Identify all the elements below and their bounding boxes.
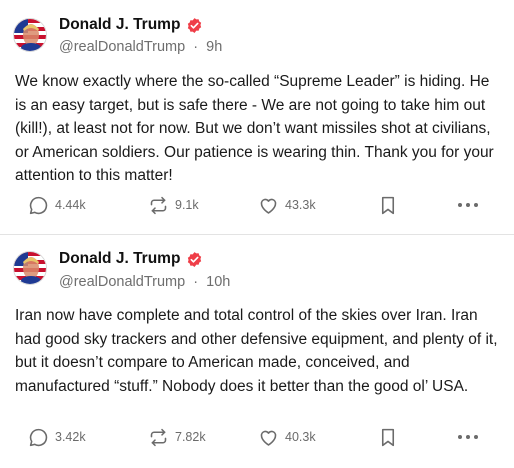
author-handle[interactable]: @realDonaldTrump [59,274,185,290]
post-actions: 3.42k 7.82k 40.3k [0,422,514,452]
reply-button[interactable]: 3.42k [28,422,86,452]
retruth-button[interactable]: 7.82k [148,422,206,452]
heart-icon [258,427,279,448]
reply-icon [28,427,49,448]
post-text: Iran now have complete and total control… [15,307,498,395]
author-display-name[interactable]: Donald J. Trump [59,250,180,268]
bookmark-icon [379,427,397,448]
author-handle-row: @realDonaldTrump · 10h [59,274,230,290]
verified-badge-icon [186,251,203,268]
author-name-row: Donald J. Trump [59,250,203,268]
flag-portrait-avatar-icon [14,252,46,284]
more-options-button[interactable] [457,422,479,452]
like-button[interactable]: 40.3k [258,422,316,452]
retruth-count: 7.82k [175,430,206,444]
retruth-icon [148,427,169,448]
feed: Donald J. Trump @realDonaldTrump · 9h We… [0,0,514,468]
more-dots-icon [457,434,479,440]
bookmark-button[interactable] [379,422,397,452]
separator-dot: · [189,274,203,290]
reply-count: 3.42k [55,430,86,444]
avatar[interactable] [13,251,47,285]
post[interactable]: Donald J. Trump @realDonaldTrump · 10h I… [0,0,514,468]
post-time[interactable]: 10h [206,274,230,290]
like-count: 40.3k [285,430,316,444]
